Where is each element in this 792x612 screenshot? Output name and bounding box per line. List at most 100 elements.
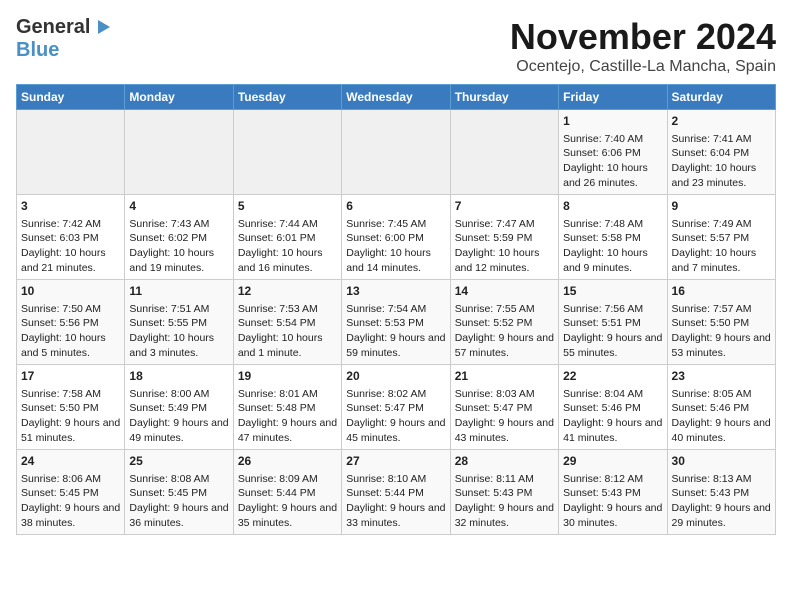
day-number: 22 bbox=[563, 368, 662, 385]
calendar-cell bbox=[125, 110, 233, 195]
day-info: Sunrise: 8:10 AM bbox=[346, 472, 445, 487]
calendar-week-row: 24Sunrise: 8:06 AMSunset: 5:45 PMDayligh… bbox=[17, 450, 776, 535]
day-info: Daylight: 9 hours and 35 minutes. bbox=[238, 501, 337, 530]
day-number: 10 bbox=[21, 283, 120, 300]
day-info: Daylight: 9 hours and 53 minutes. bbox=[672, 331, 771, 360]
day-info: Sunrise: 7:55 AM bbox=[455, 302, 554, 317]
calendar-cell: 15 Sunrise: 7:56 AMSunset: 5:51 PMDayligh… bbox=[559, 280, 667, 365]
day-info: Daylight: 9 hours and 51 minutes. bbox=[21, 416, 120, 445]
calendar-cell: 6Sunrise: 7:45 AMSunset: 6:00 PMDaylight… bbox=[342, 195, 450, 280]
day-number: 6 bbox=[346, 198, 445, 215]
header: General Blue November 2024 Ocentejo, Cas… bbox=[16, 16, 776, 76]
calendar-cell: 13Sunrise: 7:54 AMSunset: 5:53 PMDayligh… bbox=[342, 280, 450, 365]
calendar-table: SundayMondayTuesdayWednesdayThursdayFrid… bbox=[16, 84, 776, 535]
day-info: Sunset: 6:06 PM bbox=[563, 146, 662, 161]
calendar-cell: 16Sunrise: 7:57 AMSunset: 5:50 PMDayligh… bbox=[667, 280, 775, 365]
day-info: Sunrise: 7:56 AM bbox=[563, 302, 662, 317]
day-info: Sunset: 5:58 PM bbox=[563, 231, 662, 246]
day-number: 18 bbox=[129, 368, 228, 385]
calendar-cell: 11Sunrise: 7:51 AMSunset: 5:55 PMDayligh… bbox=[125, 280, 233, 365]
day-number: 4 bbox=[129, 198, 228, 215]
day-info: Daylight: 10 hours and 14 minutes. bbox=[346, 246, 445, 275]
day-number: 13 bbox=[346, 283, 445, 300]
day-info: Sunrise: 8:12 AM bbox=[563, 472, 662, 487]
month-title: November 2024 bbox=[510, 16, 776, 58]
calendar-cell: 14Sunrise: 7:55 AMSunset: 5:52 PMDayligh… bbox=[450, 280, 558, 365]
day-number: 23 bbox=[672, 368, 771, 385]
day-info: Daylight: 10 hours and 23 minutes. bbox=[672, 161, 771, 190]
day-info: Daylight: 10 hours and 21 minutes. bbox=[21, 246, 120, 275]
day-header: Saturday bbox=[667, 85, 775, 110]
day-info: Sunrise: 7:40 AM bbox=[563, 132, 662, 147]
calendar-cell: 25Sunrise: 8:08 AMSunset: 5:45 PMDayligh… bbox=[125, 450, 233, 535]
calendar-cell: 8 Sunrise: 7:48 AMSunset: 5:58 PMDaylight… bbox=[559, 195, 667, 280]
day-info: Sunset: 6:01 PM bbox=[238, 231, 337, 246]
calendar-cell: 24Sunrise: 8:06 AMSunset: 5:45 PMDayligh… bbox=[17, 450, 125, 535]
day-info: Sunset: 5:46 PM bbox=[563, 401, 662, 416]
day-number: 26 bbox=[238, 453, 337, 470]
calendar-cell: 2Sunrise: 7:41 AMSunset: 6:04 PMDaylight… bbox=[667, 110, 775, 195]
day-number: 21 bbox=[455, 368, 554, 385]
calendar-cell: 22Sunrise: 8:04 AMSunset: 5:46 PMDayligh… bbox=[559, 365, 667, 450]
day-info: Sunset: 5:43 PM bbox=[455, 486, 554, 501]
day-info: Sunset: 5:52 PM bbox=[455, 316, 554, 331]
day-info: Sunrise: 7:54 AM bbox=[346, 302, 445, 317]
day-info: Daylight: 9 hours and 43 minutes. bbox=[455, 416, 554, 445]
day-number: 2 bbox=[672, 113, 771, 130]
day-number: 17 bbox=[21, 368, 120, 385]
day-info: Sunrise: 7:45 AM bbox=[346, 217, 445, 232]
day-header: Tuesday bbox=[233, 85, 341, 110]
day-number: 7 bbox=[455, 198, 554, 215]
day-number: 25 bbox=[129, 453, 228, 470]
day-info: Daylight: 10 hours and 12 minutes. bbox=[455, 246, 554, 275]
day-number: 15 bbox=[563, 283, 662, 300]
calendar-cell: 4Sunrise: 7:43 AMSunset: 6:02 PMDaylight… bbox=[125, 195, 233, 280]
day-info: Sunset: 5:59 PM bbox=[455, 231, 554, 246]
day-info: Sunrise: 8:00 AM bbox=[129, 387, 228, 402]
day-info: Sunset: 5:57 PM bbox=[672, 231, 771, 246]
day-info: Sunset: 5:46 PM bbox=[672, 401, 771, 416]
day-info: Sunrise: 7:51 AM bbox=[129, 302, 228, 317]
day-header: Friday bbox=[559, 85, 667, 110]
day-number: 24 bbox=[21, 453, 120, 470]
calendar-week-row: 17Sunrise: 7:58 AMSunset: 5:50 PMDayligh… bbox=[17, 365, 776, 450]
day-header: Monday bbox=[125, 85, 233, 110]
day-header: Wednesday bbox=[342, 85, 450, 110]
day-info: Daylight: 9 hours and 40 minutes. bbox=[672, 416, 771, 445]
calendar-cell: 10Sunrise: 7:50 AMSunset: 5:56 PMDayligh… bbox=[17, 280, 125, 365]
day-info: Daylight: 9 hours and 55 minutes. bbox=[563, 331, 662, 360]
day-number: 11 bbox=[129, 283, 228, 300]
day-info: Sunrise: 7:48 AM bbox=[563, 217, 662, 232]
day-info: Sunrise: 8:01 AM bbox=[238, 387, 337, 402]
day-info: Sunset: 5:50 PM bbox=[672, 316, 771, 331]
day-number: 16 bbox=[672, 283, 771, 300]
day-info: Sunrise: 8:09 AM bbox=[238, 472, 337, 487]
day-info: Sunset: 5:44 PM bbox=[238, 486, 337, 501]
day-info: Sunrise: 7:58 AM bbox=[21, 387, 120, 402]
day-number: 20 bbox=[346, 368, 445, 385]
day-info: Daylight: 9 hours and 59 minutes. bbox=[346, 331, 445, 360]
day-number: 14 bbox=[455, 283, 554, 300]
calendar-header-row: SundayMondayTuesdayWednesdayThursdayFrid… bbox=[17, 85, 776, 110]
day-info: Sunset: 6:03 PM bbox=[21, 231, 120, 246]
calendar-week-row: 10Sunrise: 7:50 AMSunset: 5:56 PMDayligh… bbox=[17, 280, 776, 365]
calendar-cell: 28Sunrise: 8:11 AMSunset: 5:43 PMDayligh… bbox=[450, 450, 558, 535]
day-info: Sunrise: 8:13 AM bbox=[672, 472, 771, 487]
day-info: Daylight: 9 hours and 47 minutes. bbox=[238, 416, 337, 445]
day-number: 27 bbox=[346, 453, 445, 470]
day-number: 8 bbox=[563, 198, 662, 215]
day-info: Sunset: 5:54 PM bbox=[238, 316, 337, 331]
day-info: Sunrise: 7:43 AM bbox=[129, 217, 228, 232]
calendar-cell: 9Sunrise: 7:49 AMSunset: 5:57 PMDaylight… bbox=[667, 195, 775, 280]
day-info: Sunset: 5:49 PM bbox=[129, 401, 228, 416]
calendar-cell: 27Sunrise: 8:10 AMSunset: 5:44 PMDayligh… bbox=[342, 450, 450, 535]
day-info: Sunset: 5:43 PM bbox=[563, 486, 662, 501]
day-info: Daylight: 9 hours and 30 minutes. bbox=[563, 501, 662, 530]
day-info: Sunset: 5:51 PM bbox=[563, 316, 662, 331]
logo-blue-text: Blue bbox=[16, 39, 59, 61]
day-header: Sunday bbox=[17, 85, 125, 110]
day-info: Daylight: 10 hours and 26 minutes. bbox=[563, 161, 662, 190]
day-info: Daylight: 10 hours and 9 minutes. bbox=[563, 246, 662, 275]
calendar-cell bbox=[342, 110, 450, 195]
calendar-week-row: 3Sunrise: 7:42 AMSunset: 6:03 PMDaylight… bbox=[17, 195, 776, 280]
